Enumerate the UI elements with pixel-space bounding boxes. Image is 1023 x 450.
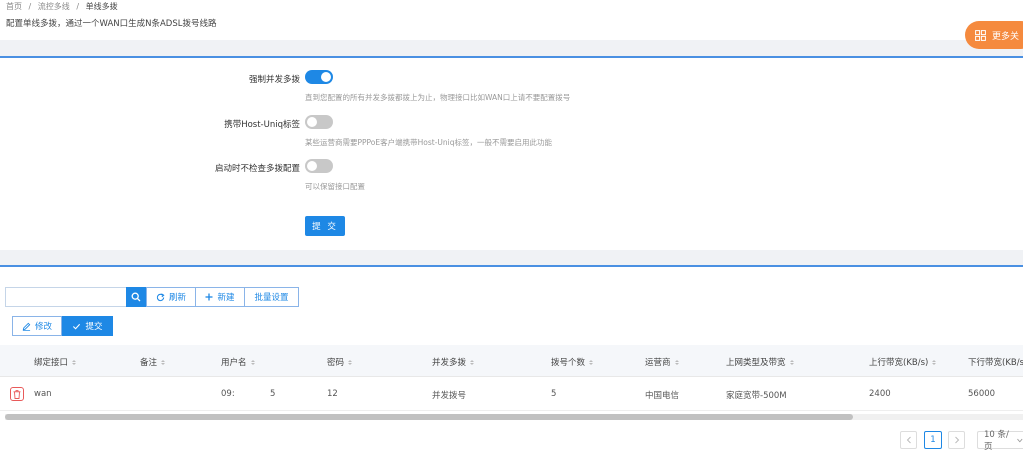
setting-description: 可以保留接口配置 — [305, 182, 365, 191]
setting-label: 启动时不检查多拨配置 — [214, 164, 300, 174]
sort-icon — [161, 359, 166, 365]
delete-button[interactable] — [10, 387, 24, 401]
sort-icon — [789, 359, 794, 365]
sort-icon — [348, 359, 353, 365]
chevron-left-icon — [906, 436, 911, 444]
dial-table-card: 刷新 新建 批量设置 修改 提交 绑定接口 备注 用户名 密码 并发多拨 拨号个… — [0, 265, 1023, 450]
chevron-down-icon — [1017, 438, 1023, 442]
refresh-icon — [156, 292, 165, 301]
edit-label: 修改 — [34, 322, 52, 332]
force-concurrent-toggle[interactable] — [305, 70, 333, 84]
section-gap — [0, 250, 1023, 265]
host-uniq-toggle[interactable] — [305, 115, 333, 129]
scrollbar-thumb[interactable] — [5, 414, 853, 420]
batch-settings-button[interactable]: 批量设置 — [245, 287, 299, 307]
sort-icon — [589, 359, 594, 365]
page-subtitle: 配置单线多拨，通过一个WAN口生成N条ADSL拨号线路 — [6, 19, 217, 29]
new-button[interactable]: 新建 — [196, 287, 245, 307]
plus-icon — [205, 293, 213, 301]
section-gap — [0, 40, 1023, 56]
cell-interface: wan — [34, 389, 52, 399]
breadcrumb: 首页 / 流控多线 / 单线多拨 — [6, 1, 118, 12]
column-header-concurrent[interactable]: 并发多拨 — [432, 356, 475, 368]
more-features-label: 更多关 — [992, 31, 1020, 42]
edit-button[interactable]: 修改 — [12, 316, 62, 336]
sort-icon — [72, 359, 77, 365]
page-size-value: 10 条/页 — [984, 430, 1009, 450]
setting-label: 携带Host-Uniq标签 — [224, 120, 300, 130]
column-header-interface[interactable]: 绑定接口 — [34, 356, 77, 368]
trash-icon — [13, 389, 21, 399]
column-header-download[interactable]: 下行带宽(KB/s — [968, 356, 1023, 368]
table-submit-label: 提交 — [85, 322, 103, 332]
setting-description: 直到您配置的所有并发多拨都拨上为止，物理接口比如WAN口上请不要配置拨号 — [305, 93, 571, 102]
sort-icon — [250, 359, 255, 365]
table-submit-button[interactable]: 提交 — [62, 316, 113, 336]
breadcrumb-separator: / — [28, 2, 32, 11]
page-size-select[interactable]: 10 条/页 — [977, 430, 1023, 450]
column-header-remark[interactable]: 备注 — [140, 356, 166, 368]
cell-net-type: 家庭宽带-500M — [726, 391, 787, 401]
breadcrumb-parent[interactable]: 流控多线 — [38, 2, 70, 11]
cell-concurrent: 并发拨号 — [432, 391, 467, 401]
cell-dial-count: 5 — [551, 389, 557, 399]
chevron-right-icon — [954, 436, 959, 444]
column-header-username[interactable]: 用户名 — [221, 356, 255, 368]
cell-download: 56000 — [968, 389, 996, 399]
cell-username-suffix: 5 — [270, 389, 276, 399]
column-header-net-type[interactable]: 上网类型及带宽 — [726, 356, 794, 368]
refresh-button[interactable]: 刷新 — [146, 287, 196, 307]
page-number-button[interactable]: 1 — [924, 431, 942, 449]
column-header-password[interactable]: 密码 — [327, 356, 353, 368]
prev-page-button[interactable] — [900, 431, 917, 449]
setting-description: 某些运营商需要PPPoE客户端携带Host-Uniq标签，一般不需要启用此功能 — [305, 138, 552, 147]
settings-card: 强制并发多拨 直到您配置的所有并发多拨都拨上为止，物理接口比如WAN口上请不要配… — [0, 56, 1023, 250]
cell-password: 12 — [327, 389, 338, 399]
search-icon — [131, 292, 141, 302]
search-button[interactable] — [126, 287, 146, 307]
sort-icon — [674, 359, 679, 365]
skip-check-toggle[interactable] — [305, 159, 333, 173]
column-header-isp[interactable]: 运营商 — [645, 356, 679, 368]
batch-settings-label: 批量设置 — [254, 293, 289, 303]
breadcrumb-separator: / — [76, 2, 80, 11]
submit-button[interactable]: 提 交 — [305, 216, 345, 236]
cell-username: 09: — [221, 389, 235, 399]
next-page-button[interactable] — [948, 431, 965, 449]
sort-icon — [470, 359, 475, 365]
refresh-label: 刷新 — [168, 293, 186, 303]
breadcrumb-home[interactable]: 首页 — [6, 2, 22, 11]
pencil-icon — [22, 322, 31, 331]
horizontal-scrollbar[interactable] — [5, 414, 1023, 420]
page-header: 首页 / 流控多线 / 单线多拨 配置单线多拨，通过一个WAN口生成N条ADSL… — [0, 0, 1023, 40]
sort-icon — [932, 359, 937, 365]
setting-label: 强制并发多拨 — [248, 75, 300, 85]
more-features-button[interactable]: 更多关 — [965, 21, 1023, 49]
check-icon — [73, 323, 81, 330]
grid-icon — [975, 29, 986, 41]
column-header-upload[interactable]: 上行带宽(KB/s) — [869, 356, 937, 368]
column-header-dial-count[interactable]: 拨号个数 — [551, 356, 594, 368]
table-header: 绑定接口 备注 用户名 密码 并发多拨 拨号个数 运营商 上网类型及带宽 上行带… — [0, 345, 1023, 377]
table-row[interactable]: wan 09: 5 12 并发拨号 5 中国电信 家庭宽带-500M 2400 … — [0, 377, 1023, 411]
breadcrumb-current: 单线多拨 — [85, 2, 118, 11]
cell-upload: 2400 — [869, 389, 891, 399]
search-input[interactable] — [5, 287, 127, 307]
new-label: 新建 — [217, 293, 235, 303]
cell-isp: 中国电信 — [645, 391, 680, 401]
